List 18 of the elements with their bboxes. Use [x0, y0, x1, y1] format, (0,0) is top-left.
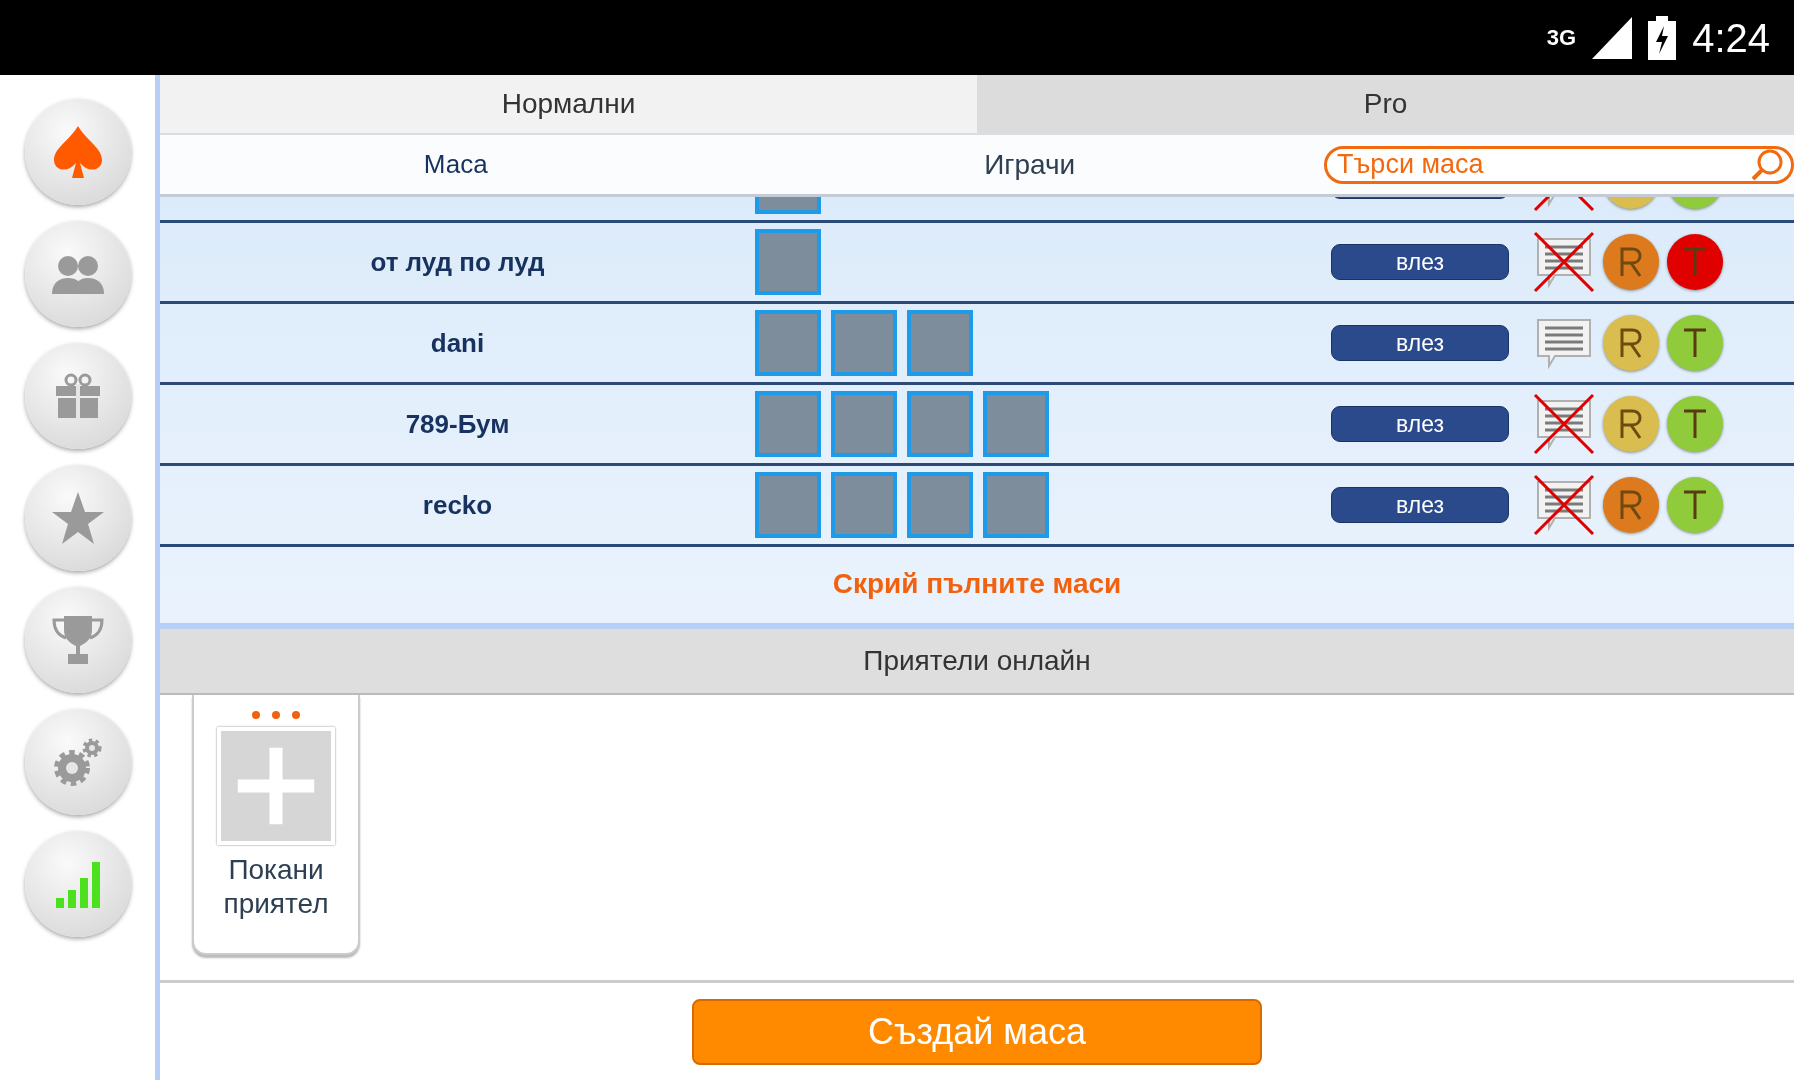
clock: 4:24 — [1692, 14, 1770, 62]
invite-friend-label: Покани приятел — [223, 853, 329, 921]
invite-friend-card[interactable]: Покани приятел — [192, 695, 360, 955]
section-title: Приятели онлайн — [160, 629, 1794, 695]
table-name: dani — [429, 326, 486, 360]
search-field[interactable]: Търси маса — [1324, 145, 1794, 184]
network-type: 3G — [1546, 24, 1577, 52]
table-name: от луд по луд — [369, 245, 546, 279]
table-name: recko — [421, 488, 494, 522]
enter-button[interactable]: влез — [1331, 406, 1509, 442]
enter-button[interactable]: влез — [1331, 325, 1509, 361]
column-header: Маса — [422, 148, 489, 181]
enter-button[interactable]: влез — [1331, 487, 1509, 523]
tab[interactable]: Нормални — [160, 75, 977, 133]
column-header: Играчи — [983, 147, 1077, 182]
enter-button[interactable]: влез — [1331, 244, 1509, 280]
tab[interactable]: Pro — [977, 75, 1794, 133]
table-name: 789-Бум — [404, 407, 511, 441]
